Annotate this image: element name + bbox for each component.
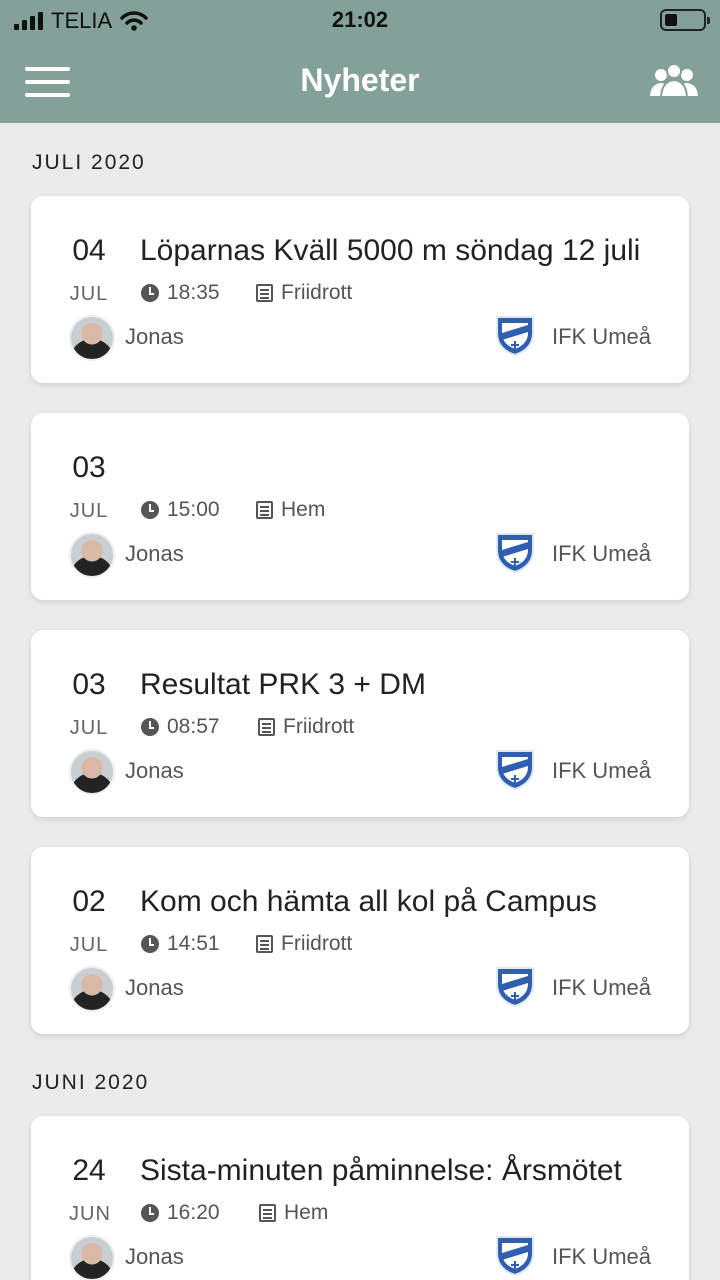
news-card[interactable]: 03 Resultat PRK 3 + DM JUL 08:57 Friidro…	[31, 630, 689, 817]
news-category: Friidrott	[256, 932, 352, 956]
news-card[interactable]: 04 Löparnas Kväll 5000 m söndag 12 juli …	[31, 196, 689, 383]
avatar	[69, 749, 115, 795]
document-icon	[258, 718, 275, 736]
nav-bar: Nyheter	[0, 40, 720, 123]
news-time-value: 14:51	[167, 932, 220, 955]
news-time: 15:00	[141, 498, 220, 522]
document-icon	[256, 284, 273, 302]
club-logo-icon	[496, 967, 534, 1008]
club-name: IFK Umeå	[551, 324, 651, 349]
news-time-value: 18:35	[167, 281, 220, 304]
clock-icon	[141, 1204, 159, 1222]
group-users-icon[interactable]	[648, 62, 700, 98]
news-author: Jonas	[125, 975, 184, 1000]
news-time: 16:20	[141, 1201, 220, 1225]
status-time: 21:02	[331, 7, 389, 32]
news-headline: Sista-minuten påminnelse: Årsmötet	[140, 1154, 622, 1187]
news-day: 04	[72, 234, 106, 267]
status-bar: TELIA 21:02	[0, 0, 720, 40]
news-month: JUL	[69, 934, 109, 956]
news-author: Jonas	[125, 541, 184, 566]
news-headline: Kom och hämta all kol på Campus	[140, 885, 597, 918]
club-name: IFK Umeå	[551, 1244, 651, 1269]
news-month: JUN	[69, 1203, 111, 1225]
clock-icon	[141, 935, 159, 953]
clock-icon	[141, 718, 159, 736]
club-name: IFK Umeå	[551, 758, 651, 783]
club-logo-icon	[496, 316, 534, 357]
news-card[interactable]: 02 Kom och hämta all kol på Campus JUL 1…	[31, 847, 689, 1034]
clock-icon	[141, 501, 159, 519]
news-category-label: Hem	[281, 498, 326, 521]
news-day: 02	[72, 885, 106, 918]
club-name: IFK Umeå	[551, 975, 651, 1000]
club-logo-icon	[496, 750, 534, 791]
document-icon	[256, 935, 273, 953]
news-category-label: Friidrott	[281, 281, 353, 304]
avatar	[69, 1235, 115, 1280]
section-title: JULI 2020	[32, 151, 146, 174]
avatar	[69, 532, 115, 578]
news-feed[interactable]: JULI 2020 04 Löparnas Kväll 5000 m sönda…	[0, 123, 720, 1280]
news-month: JUL	[69, 717, 109, 739]
news-author: Jonas	[125, 1244, 184, 1269]
news-category-label: Hem	[284, 1201, 329, 1224]
document-icon	[259, 1204, 276, 1222]
clock-icon	[141, 284, 159, 302]
news-month: JUL	[69, 283, 109, 305]
news-author: Jonas	[125, 758, 184, 783]
news-time: 14:51	[141, 932, 220, 956]
news-category-label: Friidrott	[283, 715, 355, 738]
news-time: 18:35	[141, 281, 220, 305]
news-author: Jonas	[125, 324, 184, 349]
avatar	[69, 315, 115, 361]
battery-icon	[660, 9, 710, 31]
news-month: JUL	[69, 500, 109, 522]
news-category: Friidrott	[258, 715, 354, 739]
news-category: Hem	[256, 498, 325, 522]
news-headline: Löparnas Kväll 5000 m söndag 12 juli	[140, 234, 641, 267]
news-category-label: Friidrott	[281, 932, 353, 955]
club-name: IFK Umeå	[551, 541, 651, 566]
news-day: 03	[72, 668, 106, 701]
news-time-value: 08:57	[167, 715, 220, 738]
news-time: 08:57	[141, 715, 220, 739]
news-category: Hem	[259, 1201, 328, 1225]
page-title: Nyheter	[300, 62, 420, 98]
news-card[interactable]: 24 Sista-minuten påminnelse: Årsmötet JU…	[31, 1116, 689, 1280]
news-category: Friidrott	[256, 281, 352, 305]
club-logo-icon	[496, 1236, 534, 1277]
news-time-value: 16:20	[167, 1201, 220, 1224]
club-logo-icon	[496, 533, 534, 574]
section-title: JUNI 2020	[32, 1071, 150, 1094]
news-time-value: 15:00	[167, 498, 220, 521]
news-card[interactable]: 03 JUL 15:00 Hem Jonas IFK Umeå	[31, 413, 689, 600]
avatar	[69, 966, 115, 1012]
document-icon	[256, 501, 273, 519]
news-day: 24	[72, 1154, 106, 1187]
news-day: 03	[72, 451, 106, 484]
news-headline: Resultat PRK 3 + DM	[140, 668, 426, 701]
